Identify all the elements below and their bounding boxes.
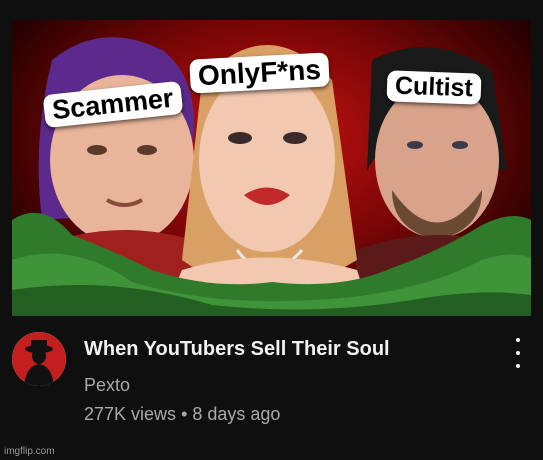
view-count: 277K views [84,404,177,424]
video-details: When YouTubers Sell Their Soul Pexto 277… [0,316,543,460]
video-stats: 277K views • 8 days ago [84,404,280,425]
thumbnail-label-cultist: Cultist [386,70,482,105]
kebab-menu-icon[interactable] [508,338,528,368]
watermark: imgflip.com [4,446,55,457]
video-thumbnail[interactable]: Scammer OnlyF*ns Cultist [12,20,531,316]
video-title[interactable]: When YouTubers Sell Their Soul [84,338,390,361]
avatar-figure-icon [12,332,66,386]
thumbnail-label-onlyfans: OnlyF*ns [189,52,330,94]
channel-avatar[interactable] [12,332,66,386]
channel-name[interactable]: Pexto [84,375,130,396]
upload-age: 8 days ago [192,404,281,424]
stats-separator: • [181,404,188,424]
